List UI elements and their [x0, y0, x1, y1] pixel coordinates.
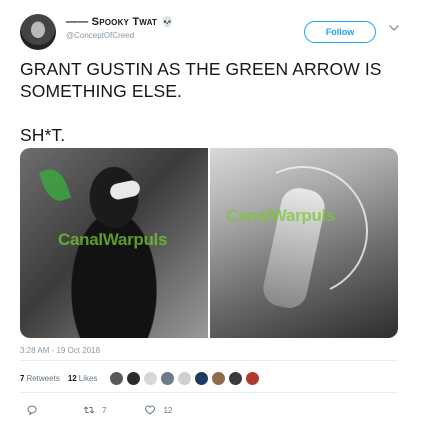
divider — [20, 360, 398, 361]
mask-shape — [108, 179, 142, 201]
tweet-timestamp[interactable]: 3:28 AM - 19 Oct 2018 — [20, 346, 100, 355]
watermark-left: CanalWarpuls — [58, 230, 168, 249]
tweet-actions: 7 12 — [26, 402, 210, 418]
liker-avatar[interactable] — [194, 370, 210, 386]
heart-icon — [145, 405, 156, 415]
avatar-face — [31, 22, 45, 38]
follow-button[interactable]: Follow — [304, 21, 376, 43]
tweet-card: —— Spooky Twat 💀 @ConceptOfCreed Follow G… — [0, 0, 422, 434]
retweets-count: 7 — [20, 373, 25, 383]
divider — [20, 392, 398, 393]
media-image-right[interactable]: CanalWarpuls — [210, 148, 398, 338]
likes-label: Likes — [78, 373, 98, 383]
tweet-stats: 7 Retweets 12 Likes — [20, 368, 262, 388]
liker-avatar[interactable] — [228, 370, 244, 386]
liker-avatar[interactable] — [245, 370, 261, 386]
liker-avatar[interactable] — [177, 370, 193, 386]
author-handle[interactable]: @ConceptOfCreed — [66, 31, 134, 40]
liker-avatar[interactable] — [126, 370, 142, 386]
author-name-text: —— Spooky Twat — [66, 16, 158, 28]
retweet-button[interactable]: 7 — [83, 404, 106, 416]
author-display-name[interactable]: —— Spooky Twat 💀 — [66, 16, 174, 28]
liker-avatar[interactable] — [211, 370, 227, 386]
author-avatar[interactable] — [20, 14, 56, 50]
green-leaf-shape — [38, 165, 72, 205]
watermark-right: CanalWarpuls — [226, 206, 336, 225]
reply-button[interactable] — [26, 404, 45, 416]
retweets-label: Retweets — [26, 373, 60, 383]
likes-count: 12 — [67, 373, 77, 383]
liker-avatar[interactable] — [109, 370, 125, 386]
likes-stat[interactable]: 12 Likes — [68, 374, 98, 383]
skull-emoji-icon: 💀 — [161, 17, 174, 28]
liker-avatar[interactable] — [143, 370, 159, 386]
media-image-left[interactable]: CanalWarpuls — [20, 148, 208, 338]
retweets-stat[interactable]: 7 Retweets — [20, 374, 60, 383]
tweet-media: CanalWarpuls CanalWarpuls — [20, 148, 398, 338]
reply-icon — [27, 405, 37, 416]
tweet-text: GRANT GUSTIN AS THE GREEN ARROW IS SOMET… — [20, 59, 382, 145]
retweet-icon — [84, 406, 94, 414]
like-button[interactable]: 12 — [144, 404, 172, 416]
like-count: 12 — [163, 405, 173, 415]
retweet-count: 7 — [102, 405, 107, 415]
chevron-down-icon[interactable] — [388, 22, 400, 34]
liker-avatars — [109, 370, 262, 386]
liker-avatar[interactable] — [160, 370, 176, 386]
